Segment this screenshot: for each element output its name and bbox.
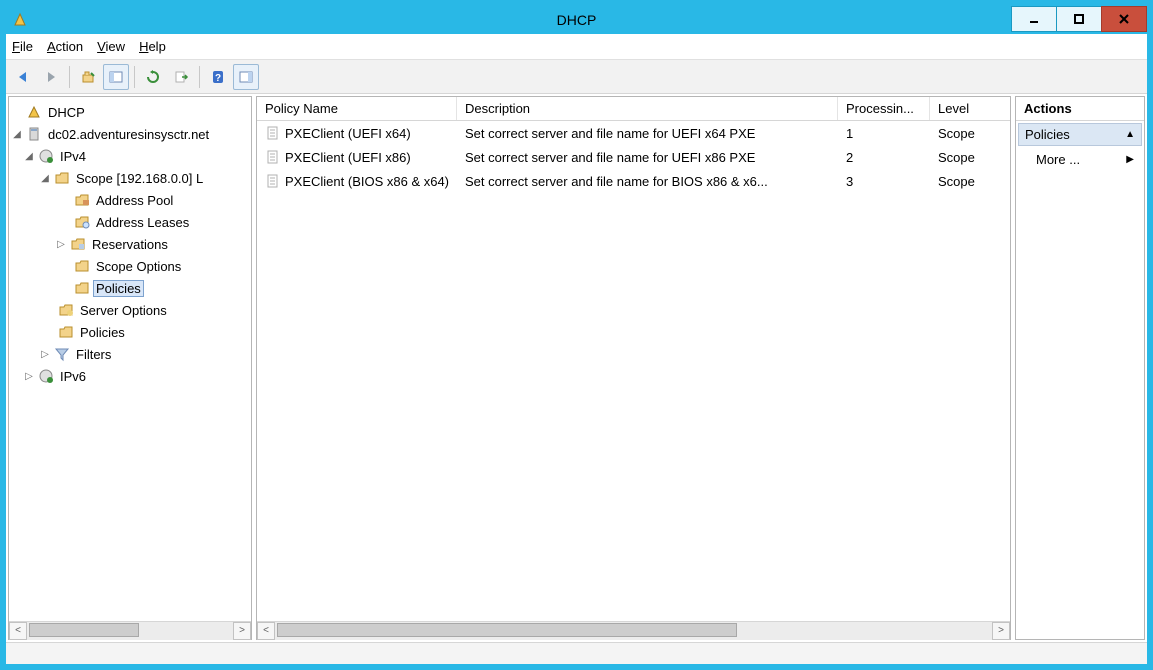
content-area: ▷ DHCP ◢ dc02.adventuresinsysctr.net ◢ I… [6, 94, 1147, 642]
actions-more[interactable]: More ... ▶ [1016, 148, 1144, 171]
scroll-left-icon[interactable]: < [257, 622, 275, 640]
scroll-left-icon[interactable]: < [9, 622, 27, 640]
app-icon [12, 12, 28, 28]
menu-file[interactable]: File [12, 39, 33, 54]
help-button[interactable]: ? [205, 64, 231, 90]
dhcp-mmc-window: DHCP File Action View Help ? ▷ [0, 0, 1153, 670]
scroll-right-icon[interactable]: > [992, 622, 1010, 640]
tree-pane: ▷ DHCP ◢ dc02.adventuresinsysctr.net ◢ I… [8, 96, 252, 640]
actions-header: Actions [1016, 97, 1144, 121]
window-title: DHCP [557, 12, 597, 28]
list-body[interactable]: PXEClient (UEFI x64) Set correct server … [257, 121, 1010, 621]
maximize-button[interactable] [1056, 6, 1102, 32]
menu-action[interactable]: Action [47, 39, 83, 54]
list-row[interactable]: PXEClient (BIOS x86 & x64) Set correct s… [257, 169, 1010, 193]
policy-icon [265, 125, 281, 141]
toolbar-separator [134, 66, 135, 88]
col-description[interactable]: Description [457, 97, 838, 120]
titlebar[interactable]: DHCP [6, 6, 1147, 34]
refresh-button[interactable] [140, 64, 166, 90]
address-leases-icon [73, 214, 91, 230]
menu-help[interactable]: Help [139, 39, 166, 54]
close-button[interactable] [1101, 6, 1147, 32]
toolbar: ? [6, 60, 1147, 94]
filters-icon [53, 346, 71, 362]
tree-server-policies[interactable]: Policies [9, 321, 251, 343]
menu-view[interactable]: View [97, 39, 125, 54]
tree-address-pool[interactable]: Address Pool [9, 189, 251, 211]
ipv4-icon [37, 148, 55, 164]
tree-scope-policies[interactable]: Policies [9, 277, 251, 299]
window-controls [1012, 6, 1147, 34]
actions-group-policies[interactable]: Policies ▲ [1018, 123, 1142, 146]
policy-icon [265, 173, 281, 189]
toolbar-separator [69, 66, 70, 88]
svg-text:?: ? [215, 73, 221, 84]
show-hide-actions-button[interactable] [233, 64, 259, 90]
server-options-icon [57, 302, 75, 318]
tree-server[interactable]: ◢ dc02.adventuresinsysctr.net [9, 123, 251, 145]
col-level[interactable]: Level [930, 97, 1010, 120]
dhcp-icon [25, 104, 43, 120]
toolbar-separator [199, 66, 200, 88]
up-button[interactable] [75, 64, 101, 90]
list-hscroll[interactable]: < > [257, 621, 1010, 639]
list-row[interactable]: PXEClient (UEFI x86) Set correct server … [257, 145, 1010, 169]
actions-pane: Actions Policies ▲ More ... ▶ [1015, 96, 1145, 640]
server-icon [25, 126, 43, 142]
tree[interactable]: ▷ DHCP ◢ dc02.adventuresinsysctr.net ◢ I… [9, 97, 251, 621]
list-row[interactable]: PXEClient (UEFI x64) Set correct server … [257, 121, 1010, 145]
tree-server-options[interactable]: Server Options [9, 299, 251, 321]
col-policy-name[interactable]: Policy Name [257, 97, 457, 120]
policies-icon [57, 324, 75, 340]
col-processing[interactable]: Processin... [838, 97, 930, 120]
reservations-icon [69, 236, 87, 252]
list-header[interactable]: Policy Name Description Processin... Lev… [257, 97, 1010, 121]
policies-icon [73, 280, 91, 296]
ipv6-icon [37, 368, 55, 384]
tree-scope[interactable]: ◢ Scope [192.168.0.0] L [9, 167, 251, 189]
show-hide-tree-button[interactable] [103, 64, 129, 90]
list-pane: Policy Name Description Processin... Lev… [256, 96, 1011, 640]
chevron-right-icon: ▶ [1126, 154, 1134, 165]
folder-icon [53, 170, 71, 186]
tree-address-leases[interactable]: Address Leases [9, 211, 251, 233]
policy-icon [265, 149, 281, 165]
scope-options-icon [73, 258, 91, 274]
back-button[interactable] [10, 64, 36, 90]
tree-filters[interactable]: ▷ Filters [9, 343, 251, 365]
tree-root-dhcp[interactable]: ▷ DHCP [9, 101, 251, 123]
export-list-button[interactable] [168, 64, 194, 90]
tree-ipv6[interactable]: ▷ IPv6 [9, 365, 251, 387]
forward-button[interactable] [38, 64, 64, 90]
minimize-button[interactable] [1011, 6, 1057, 32]
address-pool-icon [73, 192, 91, 208]
tree-ipv4[interactable]: ◢ IPv4 [9, 145, 251, 167]
menubar: File Action View Help [6, 34, 1147, 60]
tree-reservations[interactable]: ▷ Reservations [9, 233, 251, 255]
scroll-right-icon[interactable]: > [233, 622, 251, 640]
tree-hscroll[interactable]: < > [9, 621, 251, 639]
collapse-icon[interactable]: ▲ [1125, 129, 1135, 140]
tree-scope-options[interactable]: Scope Options [9, 255, 251, 277]
statusbar [6, 642, 1147, 664]
